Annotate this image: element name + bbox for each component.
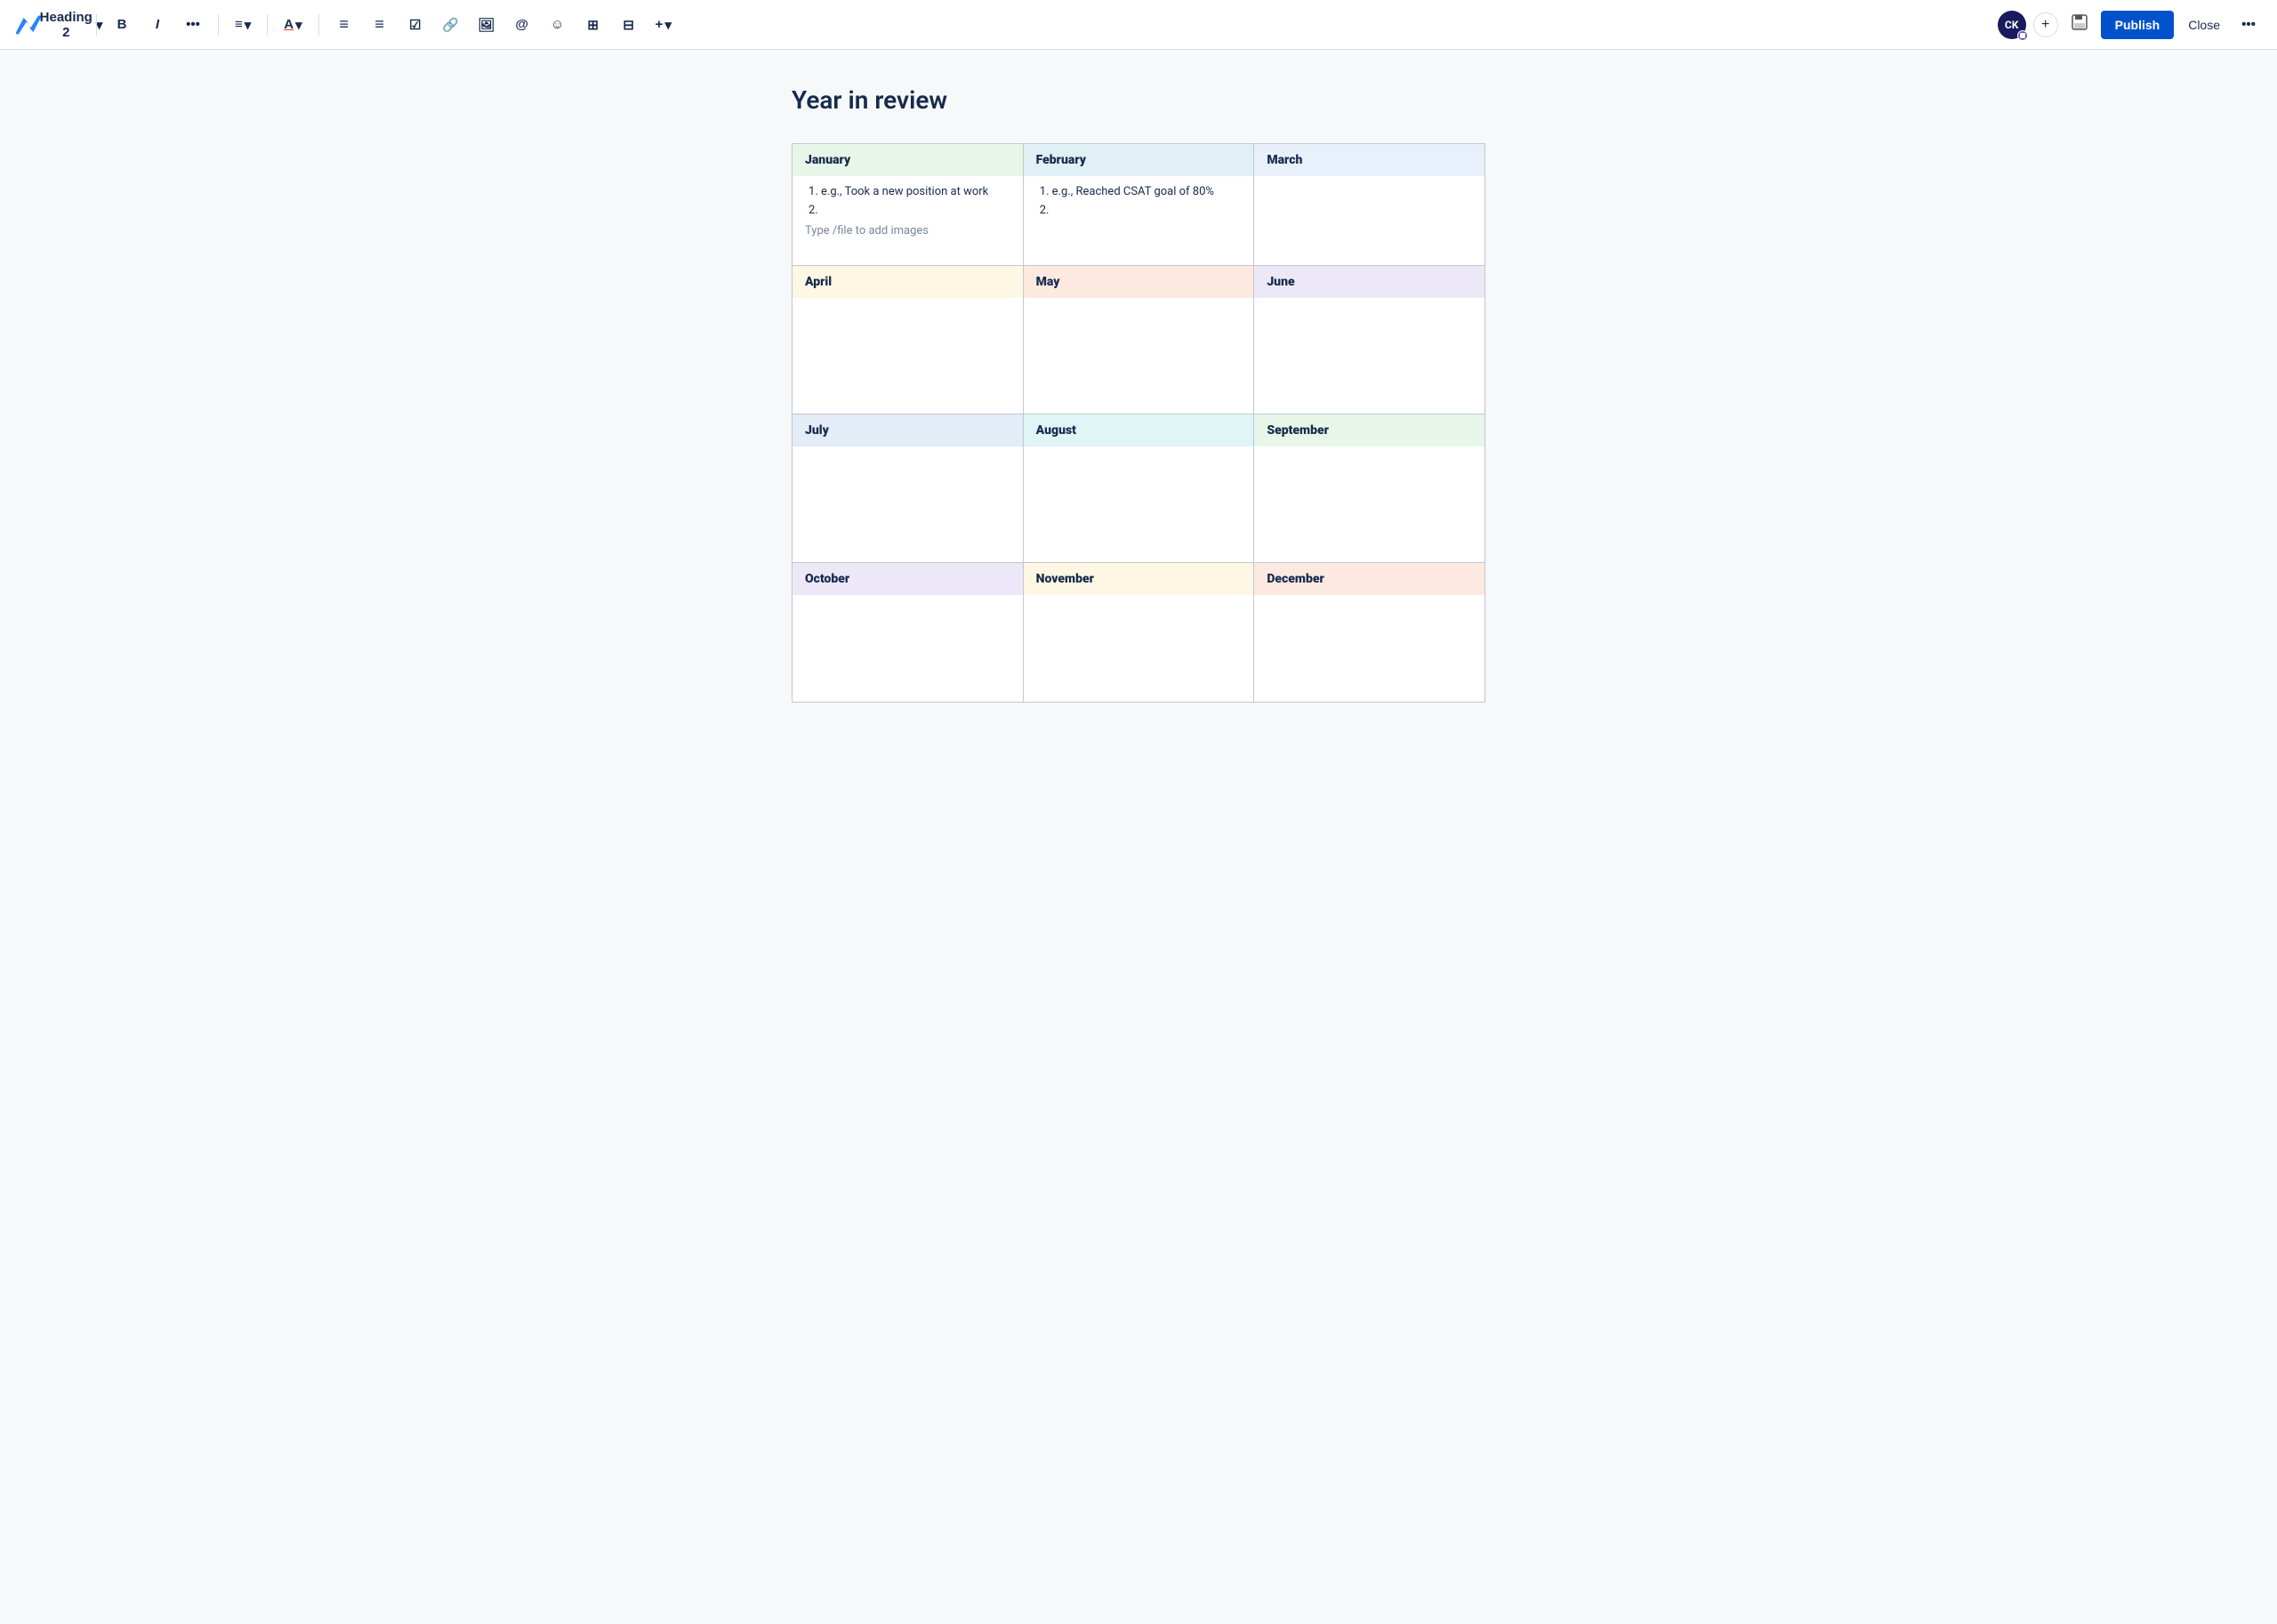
avatar[interactable]: CK <box>1998 11 2026 39</box>
july-cell: July <box>793 414 1024 563</box>
table-row: April May June <box>793 266 1485 414</box>
april-header: April <box>793 266 1023 298</box>
divider-4 <box>318 14 319 36</box>
toolbar: Heading 2 ▾ B I ••• ≡ ▾ A ▾ ≡ ≡ ☑ 🔗 🖼 @ <box>0 0 2277 50</box>
january-header: January <box>793 144 1023 176</box>
january-content[interactable]: e.g., Took a new position at work Type /… <box>793 176 1023 265</box>
task-button[interactable]: ☑ <box>401 11 430 39</box>
november-cell: November <box>1023 563 1254 703</box>
save-button[interactable] <box>2065 11 2094 39</box>
august-header: August <box>1024 414 1254 446</box>
more-options-button[interactable]: ••• <box>2234 11 2263 39</box>
more-format-button[interactable]: ••• <box>179 11 207 39</box>
italic-button[interactable]: I <box>143 11 172 39</box>
image-button[interactable]: 🖼 <box>472 11 501 39</box>
february-cell: February e.g., Reached CSAT goal of 80% <box>1023 144 1254 266</box>
emoji-button[interactable]: ☺ <box>543 11 572 39</box>
august-content[interactable] <box>1024 446 1254 562</box>
list-item <box>1052 204 1242 217</box>
january-cell: January e.g., Took a new position at wor… <box>793 144 1024 266</box>
ordered-list-button[interactable]: ≡ <box>366 11 394 39</box>
november-content[interactable] <box>1024 595 1254 702</box>
march-header: March <box>1254 144 1484 176</box>
june-cell: June <box>1254 266 1485 414</box>
divider-1 <box>96 14 97 36</box>
calendar-table: January e.g., Took a new position at wor… <box>792 143 1485 703</box>
list-item: e.g., Reached CSAT goal of 80% <box>1052 185 1242 198</box>
june-header: June <box>1254 266 1484 298</box>
text-color-button[interactable]: A ▾ <box>278 11 307 39</box>
divider-2 <box>218 14 219 36</box>
july-content[interactable] <box>793 446 1023 562</box>
layout-button[interactable]: ⊟ <box>615 11 643 39</box>
list-item <box>821 204 1010 217</box>
logo <box>14 11 43 39</box>
march-cell: March <box>1254 144 1485 266</box>
main-content: Year in review January e.g., Took a new … <box>738 50 1539 738</box>
table-row: October November December <box>793 563 1485 703</box>
february-content[interactable]: e.g., Reached CSAT goal of 80% <box>1024 176 1254 265</box>
august-cell: August <box>1023 414 1254 563</box>
september-content[interactable] <box>1254 446 1484 562</box>
december-cell: December <box>1254 563 1485 703</box>
insert-more-button[interactable]: + ▾ <box>650 11 677 39</box>
add-collaborator-button[interactable]: + <box>2033 12 2058 37</box>
page-title: Year in review <box>792 85 1485 115</box>
unordered-list-button[interactable]: ≡ <box>330 11 358 39</box>
october-content[interactable] <box>793 595 1023 702</box>
april-cell: April <box>793 266 1024 414</box>
heading-selector[interactable]: Heading 2 ▾ <box>57 11 85 39</box>
mention-button[interactable]: @ <box>508 11 536 39</box>
table-row: January e.g., Took a new position at wor… <box>793 144 1485 266</box>
february-header: February <box>1024 144 1254 176</box>
publish-button[interactable]: Publish <box>2101 11 2175 39</box>
align-button[interactable]: ≡ ▾ <box>229 11 256 39</box>
october-cell: October <box>793 563 1024 703</box>
september-header: September <box>1254 414 1484 446</box>
avatar-initials: CK <box>2005 19 2018 31</box>
march-content[interactable] <box>1254 176 1484 265</box>
november-header: November <box>1024 563 1254 595</box>
heading-label: Heading 2 <box>40 10 93 40</box>
july-header: July <box>793 414 1023 446</box>
may-content[interactable] <box>1024 298 1254 414</box>
list-item: e.g., Took a new position at work <box>821 185 1010 198</box>
link-button[interactable]: 🔗 <box>437 11 465 39</box>
may-cell: May <box>1023 266 1254 414</box>
december-content[interactable] <box>1254 595 1484 702</box>
close-button[interactable]: Close <box>2181 14 2227 36</box>
september-cell: September <box>1254 414 1485 563</box>
october-header: October <box>793 563 1023 595</box>
june-content[interactable] <box>1254 298 1484 414</box>
bold-button[interactable]: B <box>108 11 136 39</box>
april-content[interactable] <box>793 298 1023 414</box>
december-header: December <box>1254 563 1484 595</box>
table-button[interactable]: ⊞ <box>579 11 607 39</box>
avatar-badge <box>2017 30 2028 41</box>
january-placeholder: Type /file to add images <box>805 224 1010 237</box>
divider-3 <box>267 14 268 36</box>
table-row: July August September <box>793 414 1485 563</box>
may-header: May <box>1024 266 1254 298</box>
